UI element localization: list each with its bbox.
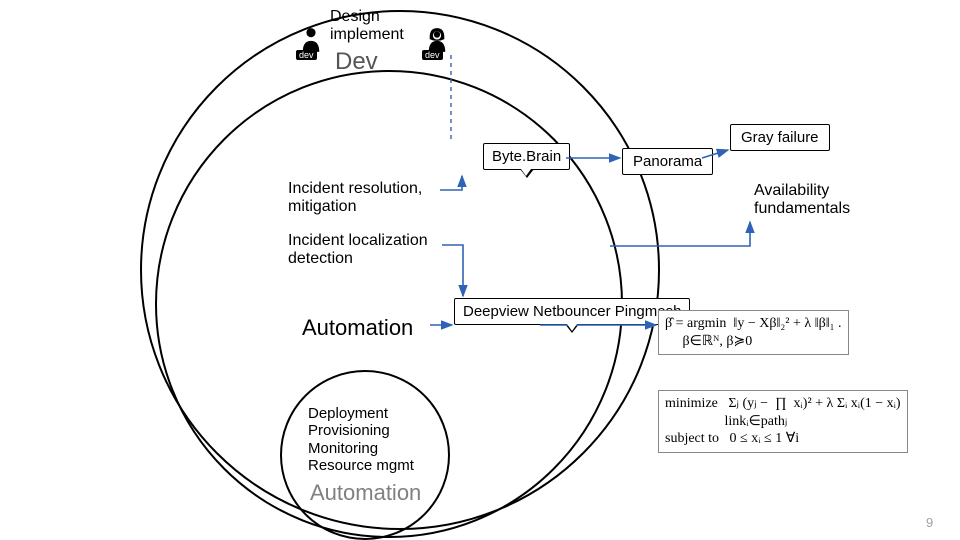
dev-tag-left: dev <box>296 50 317 60</box>
dev-label: Dev <box>335 48 378 76</box>
inner-list-label: Deployment Provisioning Monitoring Resou… <box>308 405 414 474</box>
gray-failure-callout: Gray failure <box>730 124 830 151</box>
automation-ghost-label: Automation <box>310 480 421 505</box>
incident-localization-label: Incident localization detection <box>288 232 428 269</box>
dev-tag-right: dev <box>422 50 443 60</box>
automation-label: Automation <box>302 315 413 340</box>
panorama-callout: Panorama <box>622 148 713 175</box>
bytebrain-callout: Byte.Brain <box>483 143 570 170</box>
equation-2: minimize Σⱼ (yⱼ − ∏ xᵢ)² + λ Σᵢ xᵢ(1 − x… <box>658 390 908 453</box>
page-number: 9 <box>926 516 933 531</box>
equation-1: β̂ = argmin ‖y − Xβ‖₂² + λ ‖β‖₁ . β∈ℝᴺ, … <box>658 310 849 355</box>
incident-resolution-label: Incident resolution, mitigation <box>288 180 422 217</box>
availability-fundamentals-label: Availability fundamentals <box>754 182 850 219</box>
deepview-callout: Deepview Netbouncer Pingmesh <box>454 298 690 325</box>
design-implement-label: Design implement <box>330 8 404 45</box>
